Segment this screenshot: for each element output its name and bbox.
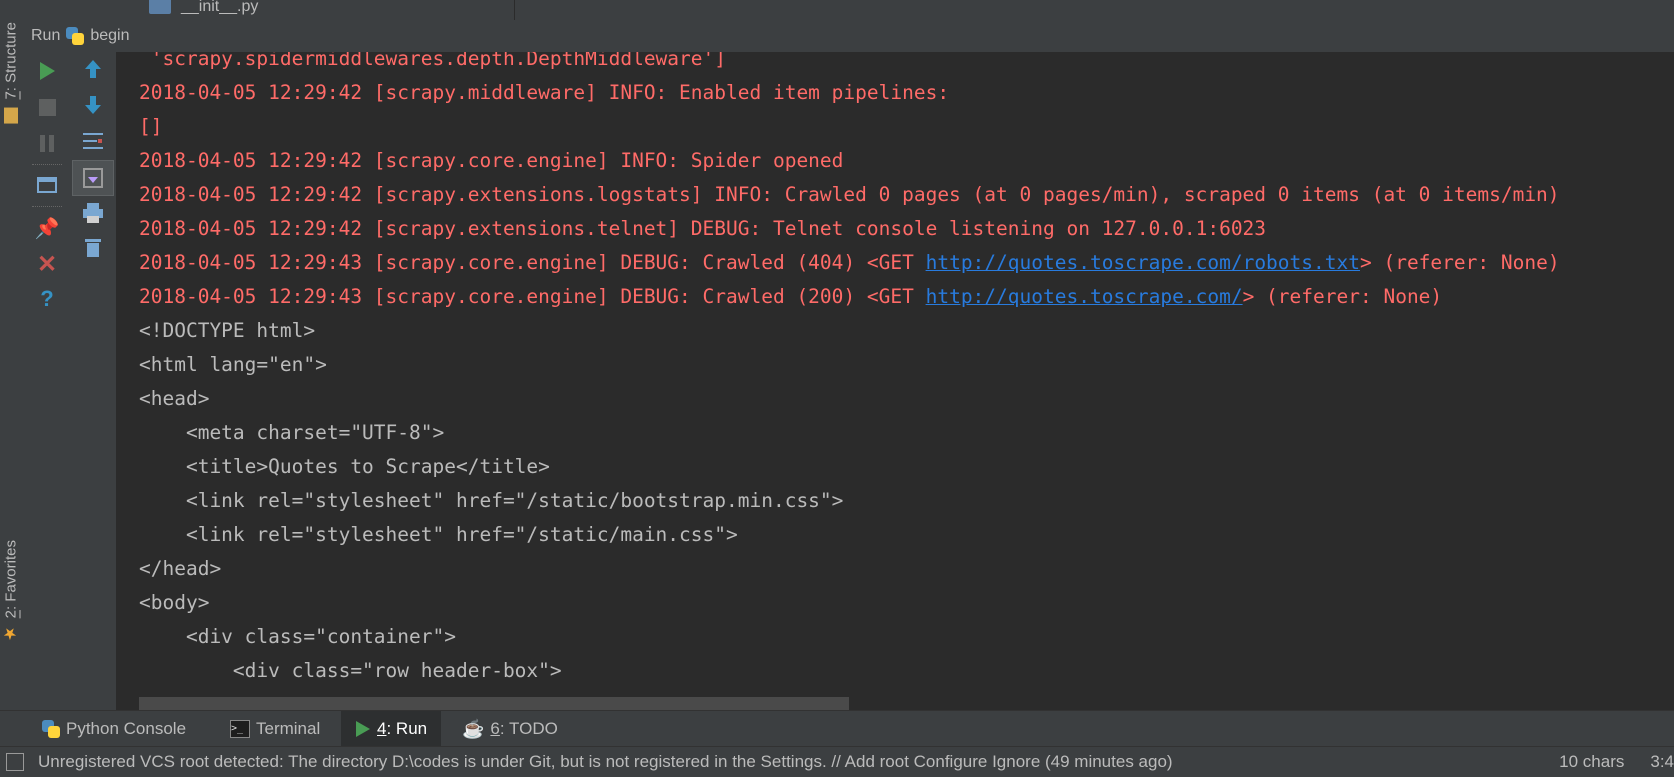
console-line: 2018-04-05 12:29:42 [scrapy.extensions.l… (139, 183, 1560, 206)
editor-tab-label: __init__.py (181, 0, 259, 15)
caret-position[interactable]: 3:4 (1650, 752, 1674, 772)
console-line: <html lang="en"> (139, 353, 327, 376)
down-stack-button[interactable] (78, 90, 108, 120)
down-arrow-icon (85, 96, 101, 114)
tab-todo[interactable]: ☕ 6: TODO (448, 711, 572, 747)
left-tool-stripe: 7: Structure ★ 2: Favorites (0, 0, 25, 710)
terminal-icon: >_ (230, 720, 250, 738)
toolbar-separator (32, 206, 62, 207)
soft-wrap-button[interactable] (78, 126, 108, 156)
tab-terminal-label: Terminal (256, 719, 321, 738)
tab-todo-shortcut: 6 (490, 719, 500, 738)
help-icon: ? (40, 286, 54, 311)
up-stack-button[interactable] (78, 54, 108, 84)
console-line: 2018-04-05 12:29:43 [scrapy.core.engine]… (139, 251, 1560, 274)
console-line: <link rel="stylesheet" href="/static/boo… (139, 489, 844, 512)
console-line: <meta charset="UTF-8"> (139, 421, 445, 444)
tab-run-label: : Run (386, 719, 428, 738)
console-line: <title>Quotes to Scrape</title> (139, 455, 550, 478)
toolbar-separator (32, 164, 62, 165)
console-line: 2018-04-05 12:29:42 [scrapy.core.engine]… (139, 149, 844, 172)
console-line: </head> (139, 557, 222, 580)
scroll-to-end-button[interactable] (72, 160, 114, 196)
console-line: <div class="row header-box"> (139, 659, 562, 682)
console-line: 2018-04-05 12:29:42 [scrapy.extensions.t… (139, 217, 1267, 240)
tab-run[interactable]: 4: Run (341, 711, 442, 747)
favorites-label: : Favorites (2, 540, 20, 611)
stop-icon (38, 98, 56, 116)
pin-icon: 📌 (34, 218, 60, 240)
pin-button[interactable]: 📌 (32, 214, 62, 244)
console-line: <!DOCTYPE html> (139, 319, 316, 342)
favorites-tool-button[interactable]: ★ 2: Favorites (0, 540, 22, 643)
run-icon (356, 721, 370, 737)
structure-tool-button[interactable]: 7: Structure (0, 22, 22, 124)
console-line: <head> (139, 387, 210, 410)
clear-all-button[interactable] (78, 232, 108, 262)
console-line: 2018-04-05 12:29:42 [scrapy.middleware] … (139, 81, 950, 104)
console-line: 2018-04-05 12:29:43 [scrapy.core.engine]… (139, 285, 1443, 308)
editor-tab-init-py[interactable]: __init__.py (114, 0, 515, 20)
print-button[interactable] (78, 198, 108, 228)
console-line: <div class="container"> (139, 625, 456, 648)
scroll-to-end-icon (83, 168, 103, 188)
python-file-icon (149, 0, 171, 14)
layout-button[interactable] (32, 170, 62, 200)
console-output[interactable]: 'scrapy.spidermiddlewares.depth.DepthMid… (117, 52, 1674, 710)
print-icon (83, 203, 103, 223)
console-line: [] (139, 115, 163, 138)
run-config-tab[interactable]: begin (90, 27, 129, 45)
up-arrow-icon (85, 60, 101, 78)
rerun-button[interactable] (32, 56, 62, 86)
tab-todo-label: : TODO (499, 719, 558, 738)
python-icon (66, 27, 85, 45)
close-icon: ✕ (36, 251, 58, 278)
tab-terminal[interactable]: >_ Terminal (216, 711, 334, 747)
star-icon: ★ (2, 624, 20, 644)
tab-python-console-label: Python Console (66, 719, 187, 738)
structure-shortcut: 7 (2, 91, 20, 100)
status-bar: Unregistered VCS root detected: The dire… (0, 746, 1674, 777)
console-line: 'scrapy.spidermiddlewares.depth.DepthMid… (139, 52, 726, 70)
homepage-link[interactable]: http://quotes.toscrape.com/ (926, 285, 1243, 308)
pause-icon (40, 134, 54, 152)
trash-icon (85, 239, 101, 257)
soft-wrap-icon (83, 133, 103, 149)
todo-icon: ☕ (462, 718, 485, 739)
run-toolbar-secondary (70, 52, 117, 710)
structure-label: : Structure (2, 22, 20, 92)
pause-button[interactable] (32, 128, 62, 158)
vcs-notification-message[interactable]: Unregistered VCS root detected: The dire… (38, 752, 1173, 772)
tab-python-console[interactable]: Python Console (28, 711, 200, 747)
stop-button[interactable] (32, 92, 62, 122)
robots-txt-link[interactable]: http://quotes.toscrape.com/robots.txt (926, 251, 1360, 274)
horizontal-scrollbar[interactable] (139, 697, 849, 710)
run-window-title: Run (31, 27, 61, 44)
help-button[interactable]: ? (32, 284, 62, 314)
layout-icon (37, 177, 57, 193)
structure-icon (4, 107, 18, 124)
close-button[interactable]: ✕ (32, 250, 62, 280)
console-line: <body> (139, 591, 210, 614)
bottom-tool-tabs: Python Console >_ Terminal 4: Run ☕ 6: T… (0, 710, 1674, 747)
run-icon (40, 62, 55, 80)
toggle-tool-windows-icon[interactable] (6, 753, 24, 771)
run-tool-header: Run begin (24, 20, 1674, 53)
run-toolbar-primary: 📌 ✕ ? (24, 52, 70, 710)
python-console-icon (42, 720, 60, 738)
favorites-shortcut: 2 (2, 610, 20, 619)
editor-tab-strip: __init__.py (24, 0, 1674, 20)
console-line: <link rel="stylesheet" href="/static/mai… (139, 523, 738, 546)
selection-char-count: 10 chars (1559, 752, 1625, 771)
